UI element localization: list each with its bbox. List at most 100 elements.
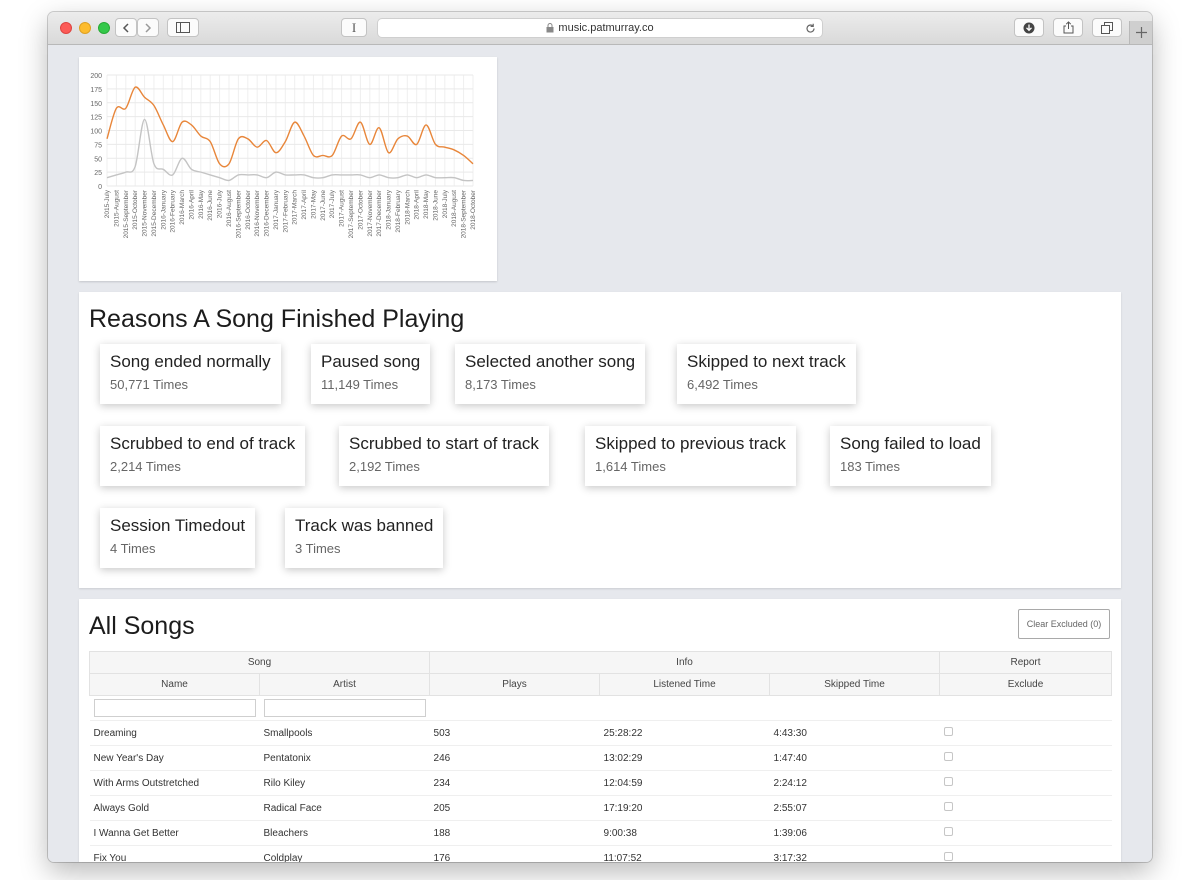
column-header-plays[interactable]: Plays [429, 673, 601, 696]
x-tick-label: 2016-September [235, 189, 242, 238]
clear-excluded-button[interactable]: Clear Excluded (0) [1018, 609, 1110, 639]
x-tick-label: 2016-February [170, 189, 177, 232]
reload-icon[interactable] [805, 23, 816, 34]
y-tick-label: 200 [90, 73, 102, 80]
song-plays: 234 [429, 770, 600, 796]
address-bar[interactable]: music.patmurray.co [377, 18, 823, 38]
y-tick-label: 25 [94, 170, 102, 177]
exclude-checkbox[interactable] [943, 827, 953, 836]
sidebar-toggle-button[interactable] [167, 18, 199, 37]
forward-button[interactable] [137, 18, 159, 37]
songs-table: Song Info Report Name Artist Plays Liste… [88, 651, 1113, 862]
song-artist: Pentatonix [259, 745, 430, 771]
x-tick-label: 2017-May [310, 189, 317, 219]
exclude-cell [939, 720, 1112, 746]
song-name: I Wanna Get Better [89, 820, 260, 846]
close-window-button[interactable] [60, 22, 72, 34]
song-skipped-time: 2:24:12 [769, 770, 940, 796]
all-songs-panel: All Songs Clear Excluded (0) Song Info R… [79, 599, 1121, 862]
name-filter-input[interactable] [93, 699, 256, 717]
exclude-checkbox[interactable] [943, 727, 953, 736]
x-tick-label: 2018-June [432, 190, 439, 221]
reason-label: Selected another song [465, 352, 636, 371]
y-tick-label: 150 [90, 101, 102, 108]
back-button[interactable] [115, 18, 137, 37]
reason-label: Song failed to load [840, 434, 981, 453]
column-header-skipped-time[interactable]: Skipped Time [769, 673, 941, 696]
song-name: Always Gold [89, 795, 260, 821]
song-listened-time: 25:28:22 [599, 720, 770, 746]
zoom-window-button[interactable] [98, 22, 110, 34]
downloads-button[interactable] [1014, 18, 1044, 37]
x-tick-label: 2017-April [301, 189, 308, 219]
reasons-title: Reasons A Song Finished Playing [89, 305, 465, 333]
download-icon [1023, 22, 1035, 33]
reason-card: Scrubbed to start of track 2,192 Times [339, 426, 549, 486]
x-tick-label: 2018-September [461, 189, 468, 238]
x-tick-label: 2018-February [395, 189, 402, 232]
song-plays: 503 [429, 720, 600, 746]
song-plays: 188 [429, 820, 600, 846]
song-skipped-time: 1:47:40 [769, 745, 940, 771]
column-header-exclude[interactable]: Exclude [939, 673, 1113, 696]
y-tick-label: 100 [90, 129, 102, 136]
x-tick-label: 2015-July [104, 189, 111, 218]
reader-icon: I [351, 19, 357, 35]
empty-cell [429, 695, 600, 721]
tabs-overview-button[interactable] [1092, 18, 1122, 37]
exclude-checkbox[interactable] [943, 852, 953, 861]
url-text: music.patmurray.co [558, 22, 654, 34]
reason-label: Scrubbed to end of track [110, 434, 296, 453]
song-skipped-time: 4:43:30 [769, 720, 940, 746]
reason-label: Session Timedout [110, 516, 246, 535]
song-artist: Rilo Kiley [259, 770, 430, 796]
x-tick-label: 2016-January [160, 189, 167, 229]
reason-count: 50,771 Times [110, 377, 189, 392]
exclude-checkbox[interactable] [943, 752, 953, 761]
y-tick-label: 0 [98, 184, 102, 191]
x-tick-label: 2018-August [451, 190, 458, 227]
song-skipped-time: 3:17:32 [769, 845, 940, 862]
reason-count: 11,149 Times [321, 377, 399, 392]
reason-card: Selected another song 8,173 Times [455, 344, 646, 404]
column-header-artist[interactable]: Artist [258, 673, 431, 696]
reason-label: Track was banned [295, 516, 434, 535]
share-button[interactable] [1053, 18, 1083, 37]
song-listened-time: 9:00:38 [599, 820, 770, 846]
song-artist: Bleachers [259, 820, 430, 846]
song-artist: Radical Face [259, 795, 430, 821]
x-tick-label: 2015-September [123, 189, 130, 238]
exclude-checkbox[interactable] [943, 777, 953, 786]
reader-button[interactable]: I [341, 18, 367, 37]
share-icon [1063, 21, 1073, 34]
new-tab-button[interactable] [1129, 21, 1152, 44]
tabs-icon [1101, 21, 1113, 34]
browser-toolbar: I music.patmurray.co [48, 12, 1152, 45]
song-plays: 205 [429, 795, 600, 821]
name-filter-cell [89, 695, 260, 721]
reason-label: Scrubbed to start of track [349, 434, 539, 453]
exclude-checkbox[interactable] [943, 802, 953, 811]
exclude-cell [939, 820, 1112, 846]
reason-count: 8,173 Times [465, 377, 536, 392]
song-listened-time: 11:07:52 [599, 845, 770, 862]
minimize-window-button[interactable] [79, 22, 91, 34]
all-songs-title: All Songs [89, 612, 195, 640]
column-header-name[interactable]: Name [89, 673, 260, 696]
x-tick-label: 2017-September [348, 189, 355, 238]
x-tick-label: 2016-July [217, 189, 224, 218]
exclude-cell [939, 795, 1112, 821]
x-tick-label: 2018-March [404, 190, 411, 225]
table-row: Fix You Coldplay 176 11:07:52 3:17:32 [89, 845, 1112, 862]
x-tick-label: 2015-December [151, 189, 158, 236]
reason-count: 2,214 Times [110, 459, 181, 474]
artist-filter-input[interactable] [263, 699, 426, 717]
reason-label: Song ended normally [110, 352, 271, 371]
reason-card: Track was banned 3 Times [285, 508, 444, 568]
table-row: I Wanna Get Better Bleachers 188 9:00:38… [89, 820, 1112, 846]
group-header-song: Song [88, 651, 431, 674]
reason-label: Skipped to previous track [595, 434, 786, 453]
column-header-listened-time[interactable]: Listened Time [599, 673, 771, 696]
page-content: 0 25 50 75 100 125 150 175 200 2015-July 2015-Augu… [48, 45, 1152, 862]
reason-label: Paused song [321, 352, 421, 371]
